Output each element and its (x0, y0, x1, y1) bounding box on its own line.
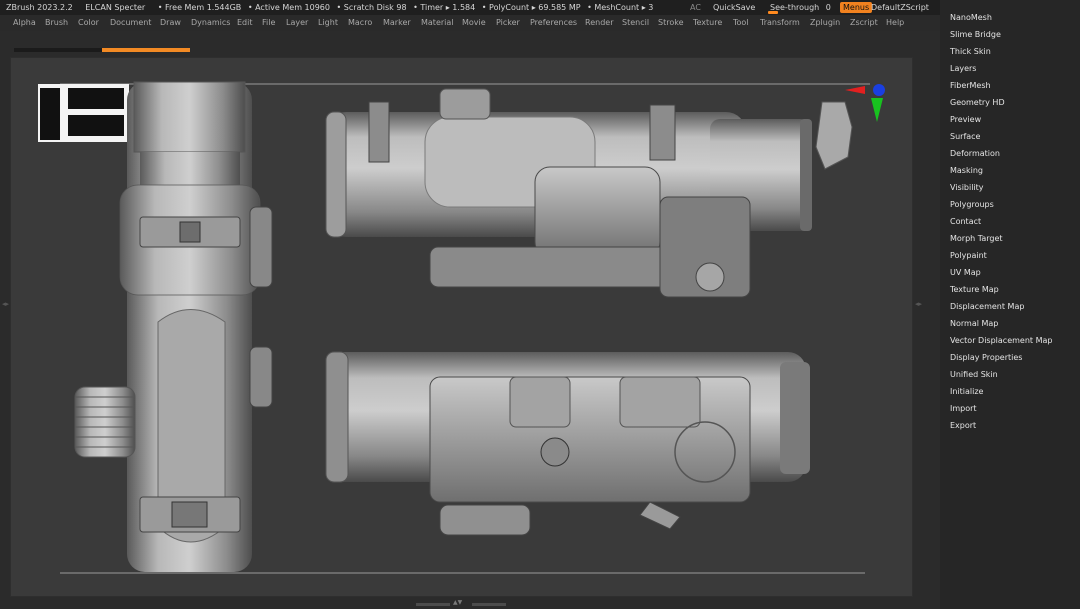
right-tray-toggle-icon[interactable]: ◂▸ (915, 300, 922, 308)
see-through-value: 0 (825, 3, 831, 12)
menu-help[interactable]: Help (886, 15, 904, 31)
panel-item-vector-displacement-map[interactable]: Vector Displacement Map (950, 336, 1052, 345)
title-bar: ZBrush 2023.2.2 ELCAN Specter • Free Mem… (0, 0, 1080, 15)
menu-color[interactable]: Color (78, 15, 99, 31)
timer: • Timer ▸ 1.584 (413, 3, 476, 12)
panel-item-thick-skin[interactable]: Thick Skin (950, 47, 991, 56)
panel-item-morph-target[interactable]: Morph Target (950, 234, 1003, 243)
panel-item-unified-skin[interactable]: Unified Skin (950, 370, 998, 379)
menu-preferences[interactable]: Preferences (530, 15, 577, 31)
menu-texture[interactable]: Texture (693, 15, 722, 31)
menu-bar: Alpha Brush Color Document Draw Dynamics… (0, 15, 940, 31)
menu-brush[interactable]: Brush (45, 15, 68, 31)
panel-item-texture-map[interactable]: Texture Map (950, 285, 999, 294)
panel-item-nanomesh[interactable]: NanoMesh (950, 13, 992, 22)
document-name: ELCAN Specter (85, 3, 146, 12)
tool-subpalette-panel: NanoMesh Slime Bridge Thick Skin Layers … (940, 0, 1080, 609)
menu-stencil[interactable]: Stencil (622, 15, 649, 31)
menu-draw[interactable]: Draw (160, 15, 181, 31)
panel-item-displacement-map[interactable]: Displacement Map (950, 302, 1024, 311)
bottom-tray-handle[interactable]: ▲▼ (416, 599, 506, 607)
menu-zplugin[interactable]: Zplugin (810, 15, 840, 31)
panel-item-preview[interactable]: Preview (950, 115, 981, 124)
menu-edit[interactable]: Edit (237, 15, 253, 31)
left-tray-toggle-icon[interactable]: ◂▸ (2, 300, 9, 308)
scratch-disk: • Scratch Disk 98 (336, 3, 407, 12)
panel-item-layers[interactable]: Layers (950, 64, 976, 73)
meshcount: • MeshCount ▸ 3 (587, 3, 654, 12)
menu-zscript[interactable]: Zscript (850, 15, 878, 31)
menu-layer[interactable]: Layer (286, 15, 308, 31)
panel-item-normal-map[interactable]: Normal Map (950, 319, 998, 328)
panel-item-masking[interactable]: Masking (950, 166, 983, 175)
scope-model-render (38, 81, 870, 574)
progress-fill (102, 48, 190, 52)
panel-item-polypaint[interactable]: Polypaint (950, 251, 987, 260)
panel-item-polygroups[interactable]: Polygroups (950, 200, 994, 209)
polycount: • PolyCount ▸ 69.585 MP (481, 3, 581, 12)
menu-macro[interactable]: Macro (348, 15, 372, 31)
app-name: ZBrush 2023.2.2 (6, 3, 73, 12)
panel-item-display-properties[interactable]: Display Properties (950, 353, 1022, 362)
menus-button[interactable]: Menus (840, 2, 873, 13)
panel-item-surface[interactable]: Surface (950, 132, 980, 141)
menu-document[interactable]: Document (110, 15, 151, 31)
panel-item-contact[interactable]: Contact (950, 217, 981, 226)
menu-stroke[interactable]: Stroke (658, 15, 684, 31)
see-through-slider[interactable]: See-through 0 (768, 0, 831, 15)
panel-item-slime-bridge[interactable]: Slime Bridge (950, 30, 1001, 39)
menu-dynamics[interactable]: Dynamics (191, 15, 230, 31)
free-mem: • Free Mem 1.544GB (157, 3, 242, 12)
bottom-tray-toggle-icon[interactable]: ▲▼ (453, 599, 462, 606)
panel-item-import[interactable]: Import (950, 404, 977, 413)
axis-gizmo-icon[interactable] (845, 82, 893, 127)
menu-file[interactable]: File (262, 15, 275, 31)
menu-light[interactable]: Light (318, 15, 338, 31)
default-zscript-button[interactable]: DefaultZScript (871, 0, 929, 15)
menu-alpha[interactable]: Alpha (13, 15, 36, 31)
ac-button[interactable]: AC (690, 0, 701, 15)
panel-item-initialize[interactable]: Initialize (950, 387, 983, 396)
title-info: ZBrush 2023.2.2 ELCAN Specter • Free Mem… (6, 0, 663, 15)
panel-item-fibermesh[interactable]: FiberMesh (950, 81, 991, 90)
panel-item-deformation[interactable]: Deformation (950, 149, 1000, 158)
menu-movie[interactable]: Movie (462, 15, 486, 31)
panel-item-uv-map[interactable]: UV Map (950, 268, 981, 277)
panel-item-export[interactable]: Export (950, 421, 976, 430)
active-mem: • Active Mem 10960 (247, 3, 330, 12)
quicksave-button[interactable]: QuickSave (713, 0, 755, 15)
see-through-handle[interactable] (768, 11, 778, 14)
panel-item-visibility[interactable]: Visibility (950, 183, 984, 192)
menu-render[interactable]: Render (585, 15, 613, 31)
viewport-canvas[interactable] (10, 57, 913, 597)
menu-transform[interactable]: Transform (760, 15, 800, 31)
menu-tool[interactable]: Tool (733, 15, 749, 31)
menu-material[interactable]: Material (421, 15, 454, 31)
panel-item-geometry-hd[interactable]: Geometry HD (950, 98, 1005, 107)
menu-marker[interactable]: Marker (383, 15, 411, 31)
menu-picker[interactable]: Picker (496, 15, 520, 31)
